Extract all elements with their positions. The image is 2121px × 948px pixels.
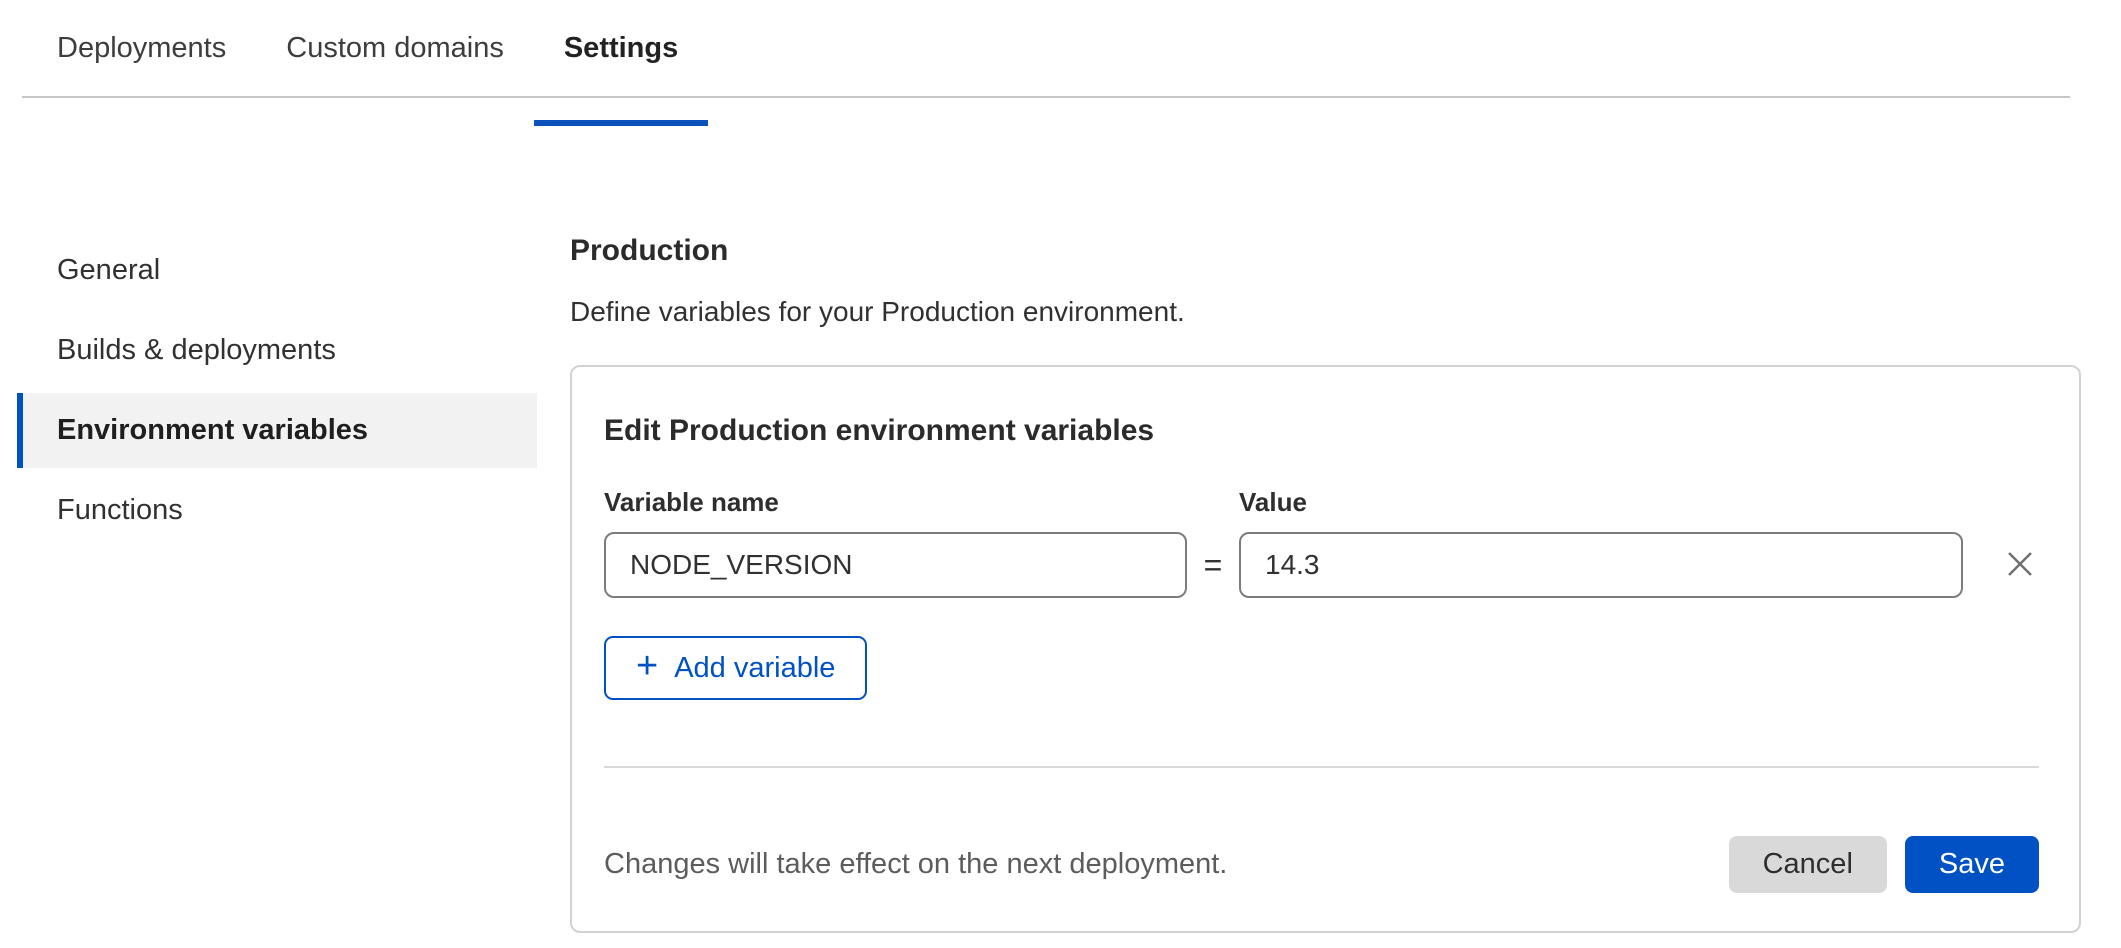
tab-custom-domains[interactable]: Custom domains [256, 28, 534, 96]
variable-value-input[interactable] [1239, 532, 1963, 598]
cancel-button[interactable]: Cancel [1729, 836, 1887, 893]
main-panel: Production Define variables for your Pro… [570, 233, 2081, 933]
sidebar-item-general[interactable]: General [17, 233, 537, 308]
footer-actions: Cancel Save [1729, 836, 2039, 893]
sidebar-item-functions[interactable]: Functions [17, 473, 537, 548]
page-title: Production [570, 233, 2081, 269]
add-variable-label: Add variable [674, 652, 835, 685]
card-title: Edit Production environment variables [604, 412, 2039, 450]
variable-name-label: Variable name [604, 486, 1187, 518]
sidebar-item-builds-deployments[interactable]: Builds & deployments [17, 313, 537, 388]
footer-note: Changes will take effect on the next dep… [604, 848, 1227, 881]
variable-name-input[interactable] [604, 532, 1187, 598]
add-variable-button[interactable]: + Add variable [604, 636, 867, 700]
card-divider [604, 766, 2039, 768]
value-label: Value [1239, 486, 1963, 518]
equals-sign: = [1187, 532, 1239, 598]
plus-icon: + [636, 647, 658, 685]
remove-variable-button[interactable] [2001, 532, 2039, 598]
page-subtitle: Define variables for your Production env… [570, 295, 2081, 329]
variable-value-field: Value [1239, 486, 1963, 598]
tab-deployments[interactable]: Deployments [27, 28, 256, 96]
x-mark-icon [2001, 545, 2039, 586]
sidebar-item-environment-variables[interactable]: Environment variables [17, 393, 537, 468]
save-button[interactable]: Save [1905, 836, 2039, 893]
variable-name-field: Variable name [604, 486, 1187, 598]
variable-row: Variable name = Value [604, 486, 2039, 598]
card-footer: Changes will take effect on the next dep… [604, 836, 2039, 893]
settings-sidebar: General Builds & deployments Environment… [17, 233, 537, 933]
tab-bar: Deployments Custom domains Settings [22, 0, 2070, 98]
environment-variables-card: Edit Production environment variables Va… [570, 365, 2081, 933]
tab-settings[interactable]: Settings [534, 28, 708, 96]
content-area: General Builds & deployments Environment… [0, 98, 2121, 933]
